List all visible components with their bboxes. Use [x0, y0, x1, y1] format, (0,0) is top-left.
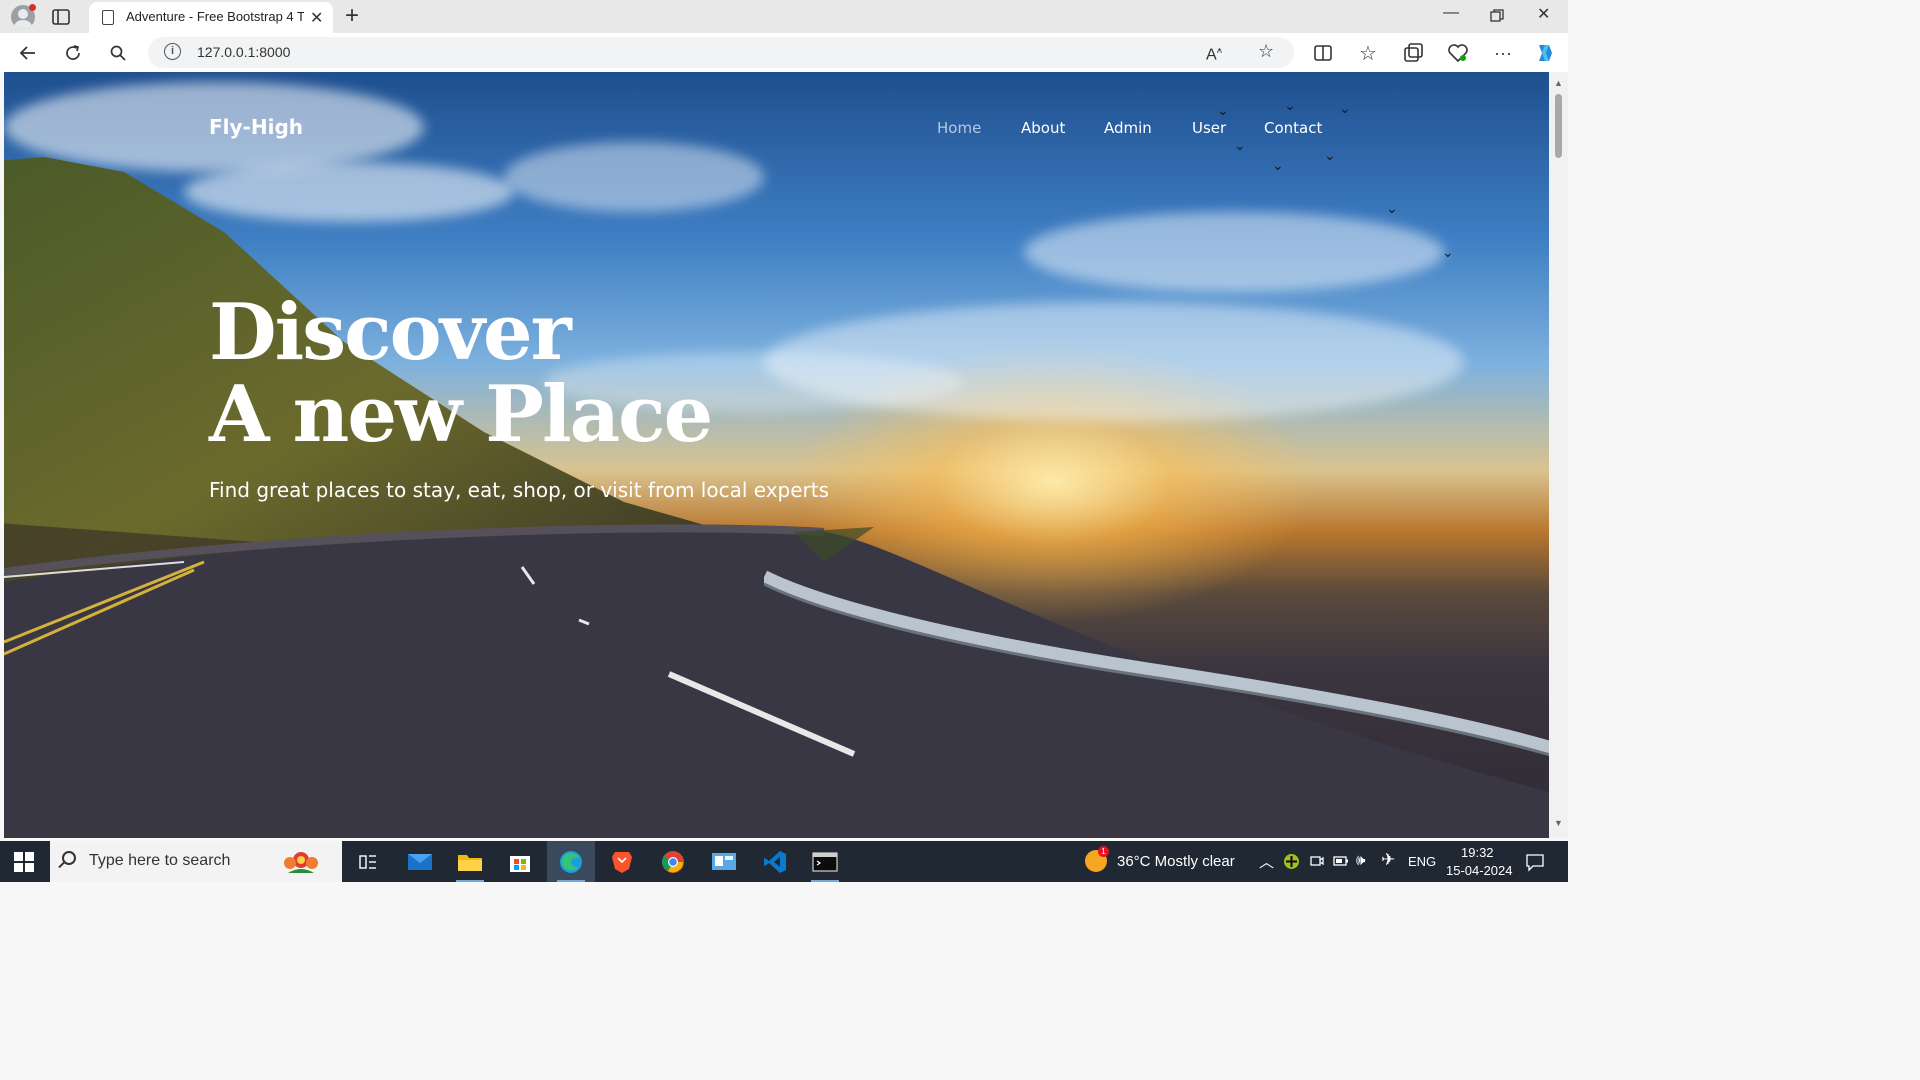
- split-screen-icon[interactable]: [1311, 41, 1335, 65]
- minimize-icon[interactable]: —: [1443, 4, 1459, 22]
- windows-taskbar: Type here to search 1 36°C Mostly clear: [0, 841, 1568, 882]
- clock-date[interactable]: 15-04-2024: [1446, 863, 1513, 878]
- favorites-icon[interactable]: ☆: [1356, 41, 1380, 65]
- new-tab-icon[interactable]: +: [345, 2, 359, 30]
- bird: ⌄: [1339, 100, 1351, 116]
- cloud: [1024, 212, 1444, 292]
- close-window-icon[interactable]: ✕: [1537, 4, 1550, 24]
- file-explorer-icon[interactable]: [446, 841, 494, 882]
- favorite-star-icon[interactable]: ☆: [1258, 41, 1274, 62]
- back-icon[interactable]: [16, 41, 40, 65]
- search-icon: [62, 851, 76, 865]
- bird: ⌄: [1272, 157, 1284, 173]
- taskbar-search-box[interactable]: Type here to search: [50, 841, 342, 882]
- close-tab-icon[interactable]: ✕: [310, 8, 323, 28]
- battery-icon[interactable]: [1333, 854, 1349, 868]
- task-view-icon[interactable]: [344, 841, 392, 882]
- browser-tab-strip: Adventure - Free Bootstrap 4 Template ✕ …: [0, 0, 1568, 33]
- refresh-icon[interactable]: [61, 41, 85, 65]
- nav-link-home[interactable]: Home: [937, 119, 981, 137]
- hero-title: Discover A new Place: [209, 287, 713, 460]
- scroll-down-icon[interactable]: ▼: [1554, 818, 1563, 828]
- browser-toolbar: i 127.0.0.1:8000 Aꙉ ☆ ☆ ···: [0, 33, 1568, 72]
- running-indicator: [557, 880, 585, 882]
- collections-icon[interactable]: [1401, 41, 1425, 65]
- nav-link-about[interactable]: About: [1021, 119, 1065, 137]
- weather-badge: 1: [1098, 846, 1109, 857]
- bird: ⌄: [1442, 244, 1454, 260]
- restore-icon[interactable]: [1490, 9, 1504, 23]
- page-scrollbar[interactable]: ▲ ▼: [1549, 72, 1568, 838]
- airplane-mode-icon[interactable]: ✈: [1381, 850, 1395, 870]
- windows-start-icon[interactable]: [14, 852, 34, 872]
- nav-link-user[interactable]: User: [1192, 119, 1226, 137]
- bird: ⌄: [1386, 200, 1398, 216]
- volume-icon[interactable]: 🕪: [1356, 852, 1365, 869]
- read-aloud-icon[interactable]: Aꙉ: [1206, 43, 1222, 64]
- mail-app-icon[interactable]: [396, 841, 444, 882]
- address-bar[interactable]: i 127.0.0.1:8000 Aꙉ ☆: [148, 37, 1294, 68]
- show-hidden-icons-icon[interactable]: ︿: [1259, 851, 1274, 872]
- copilot-icon[interactable]: [1533, 41, 1557, 65]
- search-icon[interactable]: [106, 41, 130, 65]
- site-info-icon[interactable]: i: [164, 43, 181, 60]
- nav-link-admin[interactable]: Admin: [1104, 119, 1152, 137]
- hero-title-line: Discover: [209, 287, 572, 378]
- clock-time[interactable]: 19:32: [1461, 845, 1494, 860]
- search-highlight-art-icon[interactable]: [278, 845, 324, 879]
- search-placeholder[interactable]: Type here to search: [89, 852, 230, 870]
- browser-essentials-icon[interactable]: [1446, 41, 1470, 65]
- scroll-up-icon[interactable]: ▲: [1554, 78, 1563, 88]
- more-options-icon[interactable]: ···: [1491, 41, 1515, 65]
- vscode-icon[interactable]: [751, 841, 799, 882]
- bird: ⌄: [1217, 102, 1229, 118]
- brave-browser-icon[interactable]: [598, 841, 646, 882]
- microsoft-store-icon[interactable]: [496, 841, 544, 882]
- url-text[interactable]: 127.0.0.1:8000: [197, 44, 290, 60]
- edge-browser-icon[interactable]: [547, 841, 595, 882]
- tab-actions-icon[interactable]: [51, 7, 71, 27]
- chrome-browser-icon[interactable]: [649, 841, 697, 882]
- site-brand-logo[interactable]: Fly-High: [209, 115, 303, 139]
- terminal-icon[interactable]: [801, 841, 849, 882]
- weather-text[interactable]: 36°C Mostly clear: [1117, 853, 1235, 870]
- hero-title-line: A new Place: [209, 369, 713, 460]
- app-status-tray-icon[interactable]: [1283, 853, 1300, 870]
- hero-subtitle: Find great places to stay, eat, shop, or…: [209, 478, 830, 502]
- nav-link-contact[interactable]: Contact: [1264, 119, 1322, 137]
- guardrail: [764, 527, 1549, 757]
- profile-notification-dot: [29, 4, 36, 11]
- page-icon: [102, 10, 114, 25]
- control-panel-icon[interactable]: [700, 841, 748, 882]
- language-indicator[interactable]: ENG: [1408, 854, 1436, 869]
- browser-tab-active[interactable]: Adventure - Free Bootstrap 4 Template ✕: [89, 2, 333, 33]
- scroll-thumb[interactable]: [1555, 94, 1562, 158]
- running-indicator: [811, 880, 839, 882]
- tab-title: Adventure - Free Bootstrap 4 Template: [126, 9, 304, 24]
- bird: ⌄: [1324, 147, 1336, 163]
- meet-now-icon[interactable]: [1309, 853, 1325, 869]
- hero-section: ⌄ ⌄ ⌄ ⌄ ⌄ ⌄ ⌄ ⌄ Fly-High Home About Admi…: [4, 72, 1549, 838]
- bird: ⌄: [1234, 137, 1246, 153]
- notification-center-icon[interactable]: [1525, 852, 1545, 872]
- bird: ⌄: [1284, 97, 1296, 113]
- running-indicator: [456, 880, 484, 882]
